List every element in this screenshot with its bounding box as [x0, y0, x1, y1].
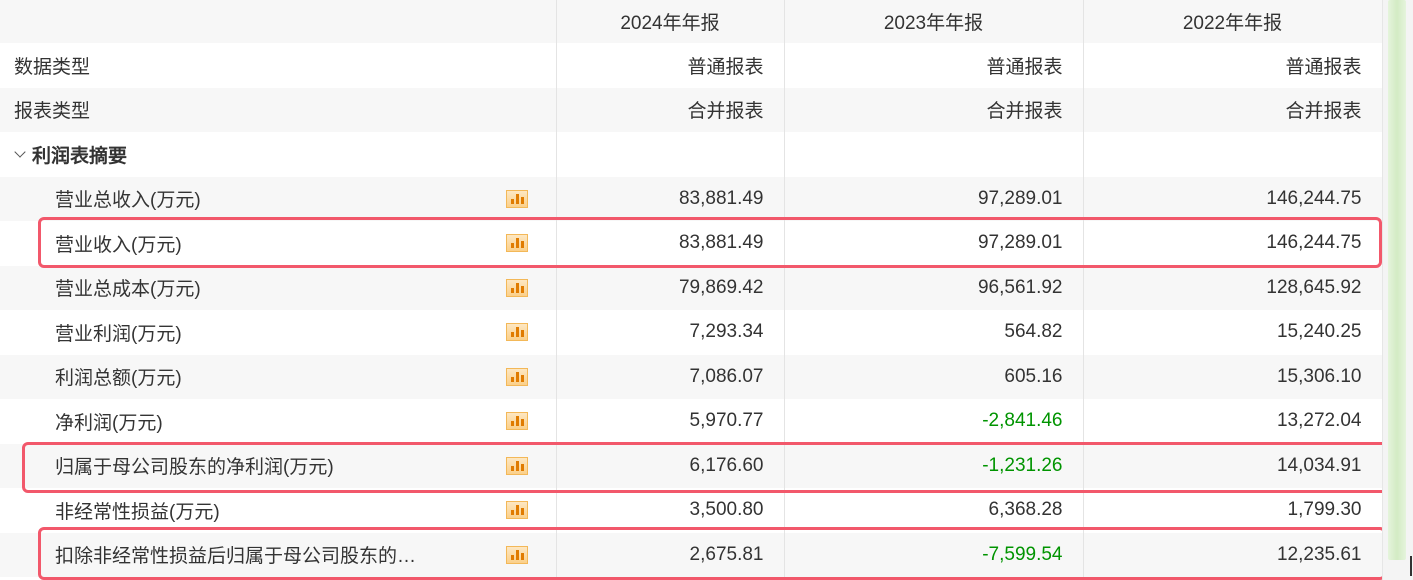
financial-summary-page: 2024年年报 2023年年报 2022年年报 数据类型 普通报表 普通报表 普…: [0, 0, 1413, 580]
table-row: 归属于母公司股东的净利润(万元) 6,176.60 -1,231.26 14,034.…: [0, 443, 1383, 488]
row-label: 数据类型: [14, 56, 91, 78]
table-row: 营业利润(万元) 7,293.34 564.82 15,240.25: [0, 310, 1383, 355]
row-label-wrap: 扣除非经常性损益后归属于母公司股东的…: [0, 541, 555, 568]
header-2024[interactable]: 2024年年报: [556, 0, 785, 43]
table-row: 净利润(万元) 5,970.77 -2,841.46 13,272.04: [0, 399, 1383, 444]
row-label-wrap: 营业利润(万元): [0, 319, 555, 346]
cell-2023: 97,289.01: [784, 221, 1084, 266]
cell-2022: 1,799.30: [1083, 488, 1383, 533]
row-label-wrap: 净利润(万元): [0, 408, 555, 435]
cell-2024: 5,970.77: [556, 399, 785, 444]
cell-2023: 564.82: [784, 310, 1084, 355]
cell-2023: -1,231.26: [784, 443, 1084, 488]
row-label: 营业收入(万元): [55, 234, 182, 256]
meta-row-report-type: 报表类型 合并报表 合并报表 合并报表: [0, 87, 1383, 132]
cell-2022: 146,244.75: [1083, 176, 1383, 221]
cell-2024: 普通报表: [556, 43, 785, 88]
cell-2024: 3,500.80: [556, 488, 785, 533]
row-label: 报表类型: [14, 101, 91, 123]
row-label: 营业总成本(万元): [55, 279, 201, 301]
row-label-wrap: 营业收入(万元): [0, 230, 555, 257]
row-label: 扣除非经常性损益后归属于母公司股东的…: [55, 546, 417, 568]
table-row: 营业总收入(万元) 83,881.49 97,289.01 146,244.75: [0, 176, 1383, 221]
cell-2024: 7,086.07: [556, 354, 785, 399]
section-toggle[interactable]: 利润表摘要: [0, 141, 555, 168]
bar-chart-icon[interactable]: [505, 234, 528, 253]
cell-2024: 79,869.42: [556, 265, 785, 310]
cell-2023: -7,599.54: [784, 532, 1084, 577]
cell-2023: 合并报表: [784, 87, 1084, 132]
cell-2022: 128,645.92: [1083, 265, 1383, 310]
cell-2023: -2,841.46: [784, 399, 1084, 444]
header-2023[interactable]: 2023年年报: [784, 0, 1084, 43]
row-label: 净利润(万元): [55, 412, 163, 434]
cell-2022: 15,240.25: [1083, 310, 1383, 355]
table-row: 营业收入(万元) 83,881.49 97,289.01 146,244.75: [0, 221, 1383, 266]
cell-2024: 83,881.49: [556, 221, 785, 266]
row-label: 营业利润(万元): [55, 323, 182, 345]
cell-2024: 83,881.49: [556, 176, 785, 221]
row-label: 归属于母公司股东的净利润(万元): [55, 457, 334, 479]
bar-chart-icon[interactable]: [505, 545, 528, 564]
cell-2023: 605.16: [784, 354, 1084, 399]
chevron-down-icon[interactable]: [14, 146, 26, 158]
row-label-wrap: 利润总额(万元): [0, 363, 555, 390]
cell-2022: 146,244.75: [1083, 221, 1383, 266]
table-row: 扣除非经常性损益后归属于母公司股东的… 2,675.81 -7,599.54 12,2…: [0, 532, 1383, 577]
section-row-income-summary[interactable]: 利润表摘要: [0, 132, 1383, 177]
bar-chart-icon[interactable]: [505, 501, 528, 520]
meta-row-data-type: 数据类型 普通报表 普通报表 普通报表: [0, 43, 1383, 88]
cell-2024: 2,675.81: [556, 532, 785, 577]
cell-2023: 普通报表: [784, 43, 1084, 88]
scrollbar-thumb[interactable]: [1388, 0, 1406, 560]
vertical-scrollbar[interactable]: [1382, 0, 1413, 580]
cell-2022: 13,272.04: [1083, 399, 1383, 444]
bar-chart-icon[interactable]: [505, 456, 528, 475]
row-label: 非经常性损益(万元): [55, 501, 220, 523]
bar-chart-icon[interactable]: [505, 189, 528, 208]
table-row: 非经常性损益(万元) 3,500.80 6,368.28 1,799.30: [0, 488, 1383, 533]
bar-chart-icon[interactable]: [505, 278, 528, 297]
cell-2022: 12,235.61: [1083, 532, 1383, 577]
cell-2023: 97,289.01: [784, 176, 1084, 221]
bar-chart-icon[interactable]: [505, 323, 528, 342]
header-2022[interactable]: 2022年年报: [1083, 0, 1383, 43]
cell-2022: 普通报表: [1083, 43, 1383, 88]
row-label-wrap: 营业总收入(万元): [0, 185, 555, 212]
cell-2024: 6,176.60: [556, 443, 785, 488]
row-label-wrap: 营业总成本(万元): [0, 274, 555, 301]
row-label-wrap: 非经常性损益(万元): [0, 497, 555, 524]
bar-chart-icon[interactable]: [505, 367, 528, 386]
header-blank: [0, 0, 557, 43]
cell-2024: 合并报表: [556, 87, 785, 132]
cell-2023: 96,561.92: [784, 265, 1084, 310]
income-statement-table: 2024年年报 2023年年报 2022年年报 数据类型 普通报表 普通报表 普…: [0, 0, 1383, 577]
cell-2024: 7,293.34: [556, 310, 785, 355]
row-label: 营业总收入(万元): [55, 190, 201, 212]
table-row: 利润总额(万元) 7,086.07 605.16 15,306.10: [0, 354, 1383, 399]
row-label: 利润总额(万元): [55, 368, 182, 390]
cell-2022: 14,034.91: [1083, 443, 1383, 488]
row-label-wrap: 归属于母公司股东的净利润(万元): [0, 452, 555, 479]
header-row: 2024年年报 2023年年报 2022年年报: [0, 0, 1383, 43]
section-label: 利润表摘要: [32, 145, 128, 167]
scroll-position-marker: [1410, 556, 1412, 576]
cell-2023: 6,368.28: [784, 488, 1084, 533]
table-row: 营业总成本(万元) 79,869.42 96,561.92 128,645.92: [0, 265, 1383, 310]
bar-chart-icon[interactable]: [505, 412, 528, 431]
cell-2022: 15,306.10: [1083, 354, 1383, 399]
cell-2022: 合并报表: [1083, 87, 1383, 132]
